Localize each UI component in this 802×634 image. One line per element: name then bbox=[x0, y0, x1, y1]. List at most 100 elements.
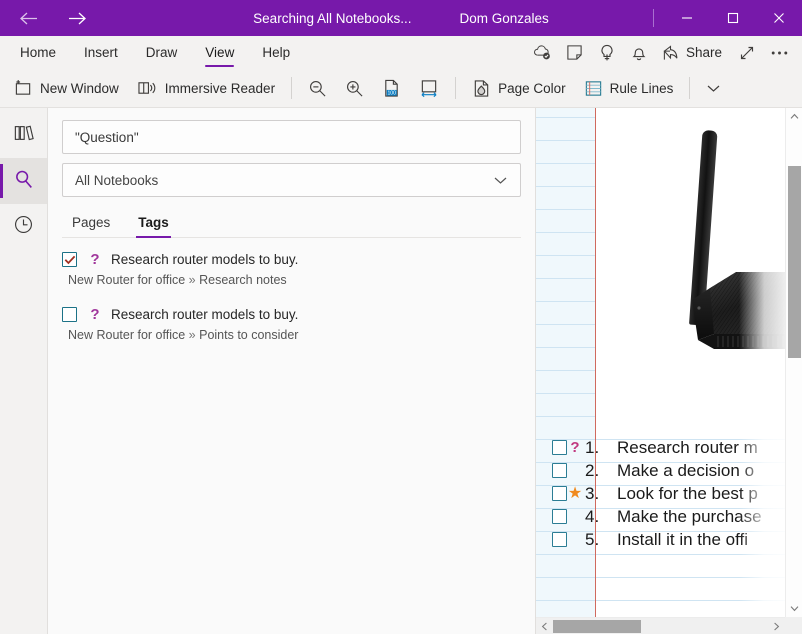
cloud-sync-icon[interactable] bbox=[528, 38, 558, 68]
window-title: Searching All Notebooks... bbox=[253, 10, 412, 26]
ribbon-overflow-button[interactable] bbox=[698, 73, 729, 103]
search-result-item[interactable]: ? Research router models to buy. New Rou… bbox=[62, 295, 521, 350]
tab-help-label: Help bbox=[262, 45, 291, 60]
search-pane: "Question" All Notebooks Pages Tags ? Re… bbox=[48, 108, 536, 634]
list-number: 5. bbox=[585, 529, 600, 549]
task-checkbox[interactable] bbox=[552, 486, 567, 501]
tab-tags[interactable]: Tags bbox=[124, 210, 183, 238]
tab-insert[interactable]: Insert bbox=[70, 36, 132, 69]
task-checkbox[interactable] bbox=[552, 509, 567, 524]
result-location: New Router for office » Research notes bbox=[62, 268, 521, 287]
list-text: Research router m bbox=[617, 437, 758, 457]
svg-text:100: 100 bbox=[388, 90, 397, 96]
vertical-scrollbar[interactable] bbox=[785, 108, 802, 617]
rule-lines-button[interactable]: Rule Lines bbox=[576, 73, 682, 103]
page-color-label: Page Color bbox=[498, 80, 566, 96]
list-item[interactable]: ? 1. Research router m bbox=[552, 436, 802, 459]
zoom-out-button[interactable] bbox=[300, 73, 335, 103]
tab-home-label: Home bbox=[20, 45, 57, 60]
list-item[interactable]: 2. Make a decision o bbox=[552, 459, 802, 482]
scroll-up-icon[interactable] bbox=[786, 108, 802, 125]
result-location: New Router for office » Points to consid… bbox=[62, 323, 521, 342]
sticky-note-icon[interactable] bbox=[560, 38, 590, 68]
task-checkbox[interactable] bbox=[552, 532, 567, 547]
share-label: Share bbox=[685, 45, 722, 60]
question-tag-icon: ? bbox=[570, 439, 580, 456]
chevron-down-icon bbox=[706, 83, 721, 93]
search-scope-dropdown[interactable]: All Notebooks bbox=[62, 163, 521, 197]
expand-arrow-icon[interactable] bbox=[732, 38, 762, 68]
user-account-name[interactable]: Dom Gonzales bbox=[460, 11, 549, 26]
result-section: Points to consider bbox=[199, 328, 299, 342]
new-window-button[interactable]: New Window bbox=[6, 73, 127, 103]
zoom-100-button[interactable]: 100 bbox=[374, 73, 409, 103]
scroll-right-icon[interactable] bbox=[768, 618, 785, 634]
list-item[interactable]: 4. Make the purchase bbox=[552, 505, 802, 528]
tab-home[interactable]: Home bbox=[6, 36, 70, 69]
list-number: 1. bbox=[585, 437, 600, 457]
zoom-in-icon bbox=[345, 79, 364, 98]
page-width-button[interactable] bbox=[411, 73, 447, 103]
onenote-window: Searching All Notebooks... Dom Gonzales … bbox=[0, 0, 802, 634]
search-result-tabs: Pages Tags bbox=[62, 210, 521, 238]
ellipsis-icon[interactable] bbox=[764, 38, 794, 68]
result-path-separator: » bbox=[188, 273, 196, 287]
chevron-down-icon bbox=[493, 175, 508, 185]
search-result-item[interactable]: ? Research router models to buy. New Rou… bbox=[62, 248, 521, 295]
horizontal-scrollbar[interactable] bbox=[536, 617, 785, 634]
main-body: "Question" All Notebooks Pages Tags ? Re… bbox=[0, 108, 802, 634]
share-icon bbox=[661, 38, 681, 68]
ribbon-divider-2 bbox=[455, 77, 457, 99]
list-text: Install it in the offi bbox=[617, 529, 749, 549]
search-results-list: ? Research router models to buy. New Rou… bbox=[62, 238, 521, 634]
tab-draw[interactable]: Draw bbox=[132, 36, 192, 69]
immersive-reader-icon bbox=[137, 79, 158, 97]
back-icon[interactable] bbox=[8, 3, 48, 33]
minimize-icon[interactable] bbox=[664, 0, 710, 36]
new-window-label: New Window bbox=[40, 80, 119, 96]
immersive-reader-button[interactable]: Immersive Reader bbox=[129, 73, 283, 103]
ribbon-divider-3 bbox=[689, 77, 691, 99]
star-tag-icon: ★ bbox=[567, 484, 583, 502]
scroll-down-icon[interactable] bbox=[786, 600, 802, 617]
rail-item-notebooks[interactable] bbox=[0, 112, 47, 158]
note-page-canvas[interactable]: ? 1. Research router m 2. Make a decisio… bbox=[536, 108, 802, 634]
share-button[interactable]: Share bbox=[656, 38, 730, 68]
tab-pages-label: Pages bbox=[72, 215, 111, 230]
bell-icon[interactable] bbox=[624, 38, 654, 68]
window-controls bbox=[643, 0, 802, 36]
left-icon-rail bbox=[0, 108, 48, 634]
search-scope-value: All Notebooks bbox=[75, 172, 159, 188]
question-tag-icon: ? bbox=[90, 306, 100, 323]
search-input[interactable]: "Question" bbox=[62, 120, 521, 154]
task-checkbox[interactable] bbox=[552, 440, 567, 455]
rail-item-recent[interactable] bbox=[0, 204, 47, 250]
vertical-scroll-thumb[interactable] bbox=[788, 166, 801, 358]
result-checkbox[interactable] bbox=[62, 307, 77, 322]
maximize-icon[interactable] bbox=[710, 0, 756, 36]
list-text: Make a decision o bbox=[617, 460, 755, 480]
zoom-in-button[interactable] bbox=[337, 73, 372, 103]
list-item[interactable]: ★ 3. Look for the best p bbox=[552, 482, 802, 505]
task-checkbox[interactable] bbox=[552, 463, 567, 478]
page-color-button[interactable]: Page Color bbox=[464, 73, 574, 103]
window-controls-divider bbox=[653, 9, 654, 27]
tab-pages[interactable]: Pages bbox=[62, 210, 124, 237]
scroll-left-icon[interactable] bbox=[536, 618, 553, 634]
list-item[interactable]: 5. Install it in the offi bbox=[552, 528, 802, 551]
tab-view[interactable]: View bbox=[191, 36, 248, 69]
lightbulb-icon[interactable] bbox=[592, 38, 622, 68]
tab-help[interactable]: Help bbox=[248, 36, 304, 69]
result-section: Research notes bbox=[199, 273, 287, 287]
result-title-row: ? Research router models to buy. bbox=[62, 306, 521, 323]
navigation-buttons bbox=[0, 3, 96, 33]
horizontal-scroll-thumb[interactable] bbox=[553, 620, 641, 633]
result-path-separator: » bbox=[188, 328, 196, 342]
rail-item-search[interactable] bbox=[0, 158, 47, 204]
forward-icon[interactable] bbox=[56, 3, 96, 33]
scrollbar-corner bbox=[785, 617, 802, 634]
router-photo[interactable] bbox=[596, 108, 802, 424]
list-text: Look for the best p bbox=[617, 483, 758, 503]
close-icon[interactable] bbox=[756, 0, 802, 36]
result-checkbox[interactable] bbox=[62, 252, 77, 267]
